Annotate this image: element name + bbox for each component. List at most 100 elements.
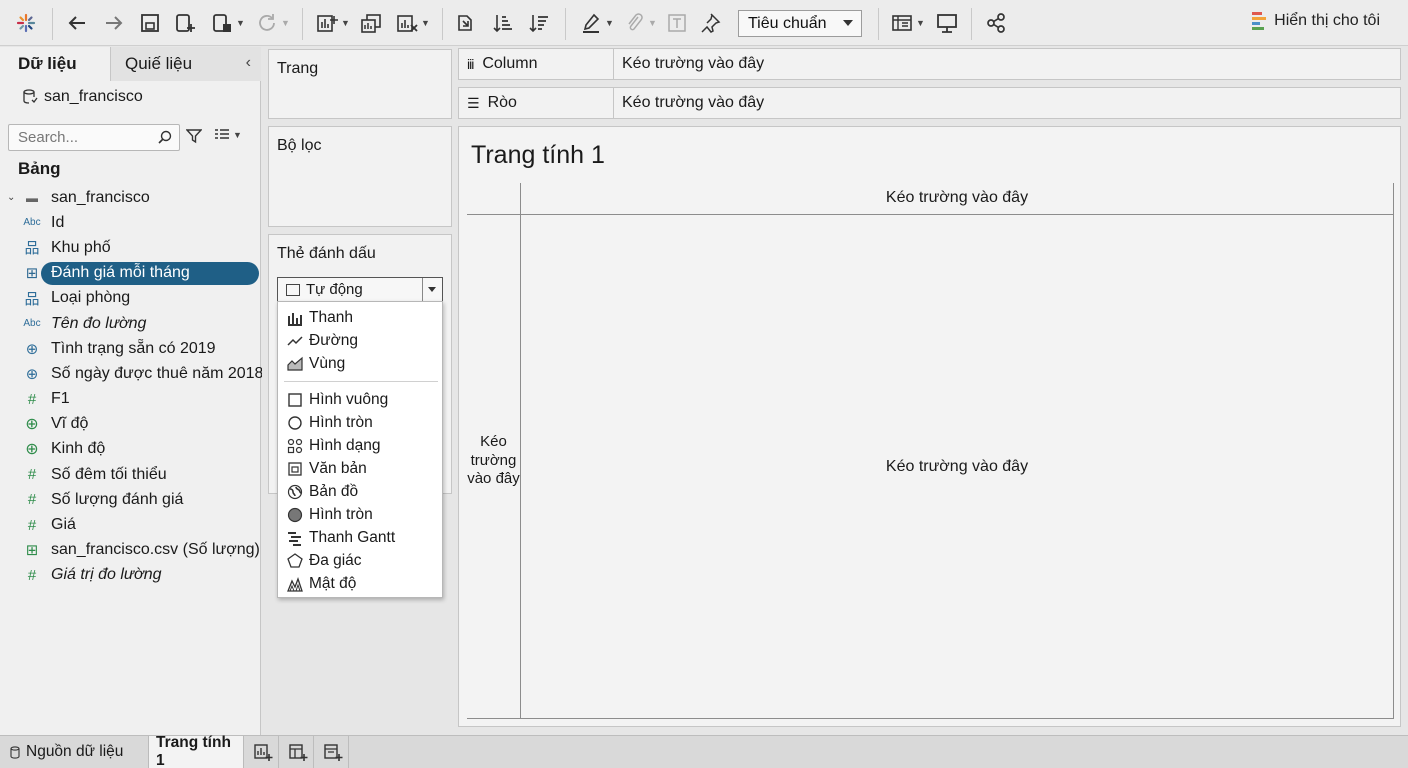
field-label: san_francisco.csv (Số lượng) bbox=[51, 541, 260, 559]
hierarchy-icon: 品 bbox=[24, 240, 40, 258]
mark-type-option[interactable]: Vùng bbox=[278, 353, 442, 375]
field-item[interactable]: 品 Loại phòng bbox=[0, 286, 261, 311]
group-members-icon[interactable]: ▼ bbox=[620, 9, 660, 37]
new-story-icon[interactable] bbox=[323, 742, 343, 762]
globe-icon: ⊕ bbox=[25, 441, 39, 459]
search-input[interactable]: Search... bbox=[8, 124, 180, 151]
new-dashboard-icon[interactable] bbox=[288, 742, 308, 762]
duplicate-sheet-icon[interactable] bbox=[358, 9, 384, 37]
data-pane: Dữ liệu Quiế liệu ‹ san_francisco Search… bbox=[0, 47, 264, 735]
mark-type-option[interactable]: Bản đồ bbox=[278, 481, 442, 503]
field-item[interactable]: ⊞ Đánh giá mỗi tháng bbox=[0, 261, 261, 286]
tab-sheet-1[interactable]: Trang tính 1 bbox=[148, 734, 244, 768]
mark-type-value: Tự động bbox=[306, 281, 363, 298]
new-worksheet-icon[interactable]: ▼ bbox=[313, 9, 353, 37]
datasource-item[interactable]: san_francisco bbox=[22, 88, 143, 106]
show-me-icon bbox=[1252, 12, 1267, 30]
filter-icon[interactable] bbox=[186, 128, 202, 144]
mark-type-option-label: Văn bản bbox=[309, 460, 367, 477]
show-me-button[interactable]: Hiển thị cho tôi bbox=[1252, 12, 1380, 30]
collapse-pane-icon[interactable]: ‹ bbox=[246, 54, 251, 72]
rows-drop-zone[interactable]: Kéo trường vào đây bbox=[622, 94, 764, 112]
search-icon bbox=[158, 130, 172, 144]
sort-ascending-icon[interactable] bbox=[490, 9, 516, 37]
tab-data-source[interactable]: Nguồn dữ liệu bbox=[0, 736, 146, 768]
mark-type-option[interactable]: Đa giác bbox=[278, 550, 442, 572]
globe-icon: ⊕ bbox=[25, 340, 39, 358]
row-header-drop-zone[interactable]: Kéo trường vào đây bbox=[467, 433, 520, 489]
share-icon[interactable] bbox=[983, 9, 1009, 37]
field-item[interactable]: ⊕ Tình trạng sẵn có 2019 bbox=[0, 336, 261, 361]
pin-icon[interactable] bbox=[698, 9, 722, 37]
columns-drop-zone[interactable]: Kéo trường vào đây bbox=[622, 55, 764, 73]
density-icon bbox=[286, 576, 304, 592]
pages-card[interactable]: Trang bbox=[268, 49, 452, 119]
show-cards-icon[interactable]: ▼ bbox=[888, 9, 928, 37]
field-item[interactable]: ⊕ Kinh độ bbox=[0, 437, 261, 462]
field-item[interactable]: ⌄ ▬ san_francisco bbox=[0, 185, 261, 210]
clear-sheet-icon[interactable]: ▼ bbox=[393, 9, 433, 37]
shape-icon bbox=[286, 438, 304, 454]
view-drop-zone[interactable]: Kéo trường vào đây bbox=[521, 458, 1393, 476]
tab-data[interactable]: Dữ liệu bbox=[0, 47, 111, 81]
hierarchy-icon: 品 bbox=[24, 290, 40, 308]
mark-type-option-label: Hình vuông bbox=[309, 391, 389, 408]
presentation-mode-icon[interactable] bbox=[934, 9, 960, 37]
view-canvas: Trang tính 1 Kéo trường vào đây Kéo trườ… bbox=[458, 126, 1401, 727]
redo-icon[interactable] bbox=[101, 9, 127, 37]
mark-type-option[interactable]: Đường bbox=[278, 330, 442, 352]
row-drop-text: Kéo trường vào đây bbox=[467, 433, 520, 487]
field-item[interactable]: # Giá trị đo lường bbox=[0, 563, 261, 588]
count-table-icon: ⊞ bbox=[25, 542, 39, 560]
tableau-logo-icon[interactable] bbox=[14, 9, 38, 37]
field-item[interactable]: Abc Id bbox=[0, 210, 261, 235]
field-item[interactable]: ⊕ Vĩ độ bbox=[0, 412, 261, 437]
field-item[interactable]: Abc Tên đo lường bbox=[0, 311, 261, 336]
highlight-icon[interactable]: ▼ bbox=[577, 9, 617, 37]
circle-icon bbox=[286, 415, 304, 431]
mark-type-select[interactable]: Tự động bbox=[277, 277, 443, 302]
save-icon[interactable] bbox=[138, 9, 162, 37]
rows-shelf[interactable]: ☰ Ròo Kéo trường vào đây bbox=[458, 87, 1401, 119]
pause-updates-icon[interactable]: ▼ bbox=[208, 9, 248, 37]
column-header-drop-zone[interactable]: Kéo trường vào đây bbox=[521, 189, 1393, 207]
swap-rows-columns-icon[interactable] bbox=[453, 9, 479, 37]
mark-type-option[interactable]: Hình tròn bbox=[278, 412, 442, 434]
map-icon bbox=[286, 484, 304, 500]
tab-analytics[interactable]: Quiế liệu ‹ bbox=[111, 47, 261, 81]
show-mark-labels-icon[interactable] bbox=[665, 9, 689, 37]
mark-type-option[interactable]: Văn bản bbox=[278, 458, 442, 480]
filters-card[interactable]: Bộ lọc bbox=[268, 126, 452, 227]
field-item[interactable]: # F1 bbox=[0, 387, 261, 412]
globe-icon: ⊕ bbox=[25, 416, 39, 434]
sheet-title[interactable]: Trang tính 1 bbox=[471, 141, 605, 170]
chevron-down-icon[interactable]: ⌄ bbox=[7, 192, 15, 203]
field-item[interactable]: # Số đêm tối thiểu bbox=[0, 462, 261, 487]
field-item[interactable]: # Số lượng đánh giá bbox=[0, 487, 261, 512]
mark-type-option[interactable]: Thanh Gantt bbox=[278, 527, 442, 549]
mark-type-option[interactable]: Hình vuông bbox=[278, 389, 442, 411]
new-datasource-icon[interactable] bbox=[172, 9, 198, 37]
field-item[interactable]: 品 Khu phố bbox=[0, 235, 261, 260]
text-icon bbox=[286, 461, 304, 477]
mark-type-option[interactable]: Hình dạng bbox=[278, 435, 442, 457]
search-placeholder: Search... bbox=[18, 129, 79, 146]
field-item[interactable]: ⊞ san_francisco.csv (Số lượng) bbox=[0, 538, 261, 563]
grid-line bbox=[467, 214, 1394, 215]
field-item[interactable]: # Giá bbox=[0, 512, 261, 537]
field-item[interactable]: ⊕ Số ngày được thuê năm 2018 bbox=[0, 361, 264, 386]
mark-type-option[interactable]: Thanh bbox=[278, 307, 442, 329]
view-options-button[interactable]: ▼ bbox=[215, 129, 242, 141]
mark-type-option[interactable]: Hình tròn bbox=[278, 504, 442, 526]
columns-shelf[interactable]: iii Column Kéo trường vào đây bbox=[458, 48, 1401, 80]
mark-type-option[interactable]: Mật độ bbox=[278, 573, 442, 595]
fit-select[interactable]: Tiêu chuẩn bbox=[738, 10, 862, 37]
auto-mark-icon bbox=[286, 283, 300, 296]
number-icon: # bbox=[27, 390, 37, 408]
chevron-down-icon[interactable] bbox=[422, 278, 442, 301]
undo-icon[interactable] bbox=[64, 9, 90, 37]
new-worksheet-icon[interactable] bbox=[253, 742, 273, 762]
sort-descending-icon[interactable] bbox=[526, 9, 552, 37]
sheet-tabs-bar: Nguồn dữ liệu Trang tính 1 bbox=[0, 734, 1408, 768]
refresh-icon[interactable]: ▼ bbox=[253, 9, 293, 37]
